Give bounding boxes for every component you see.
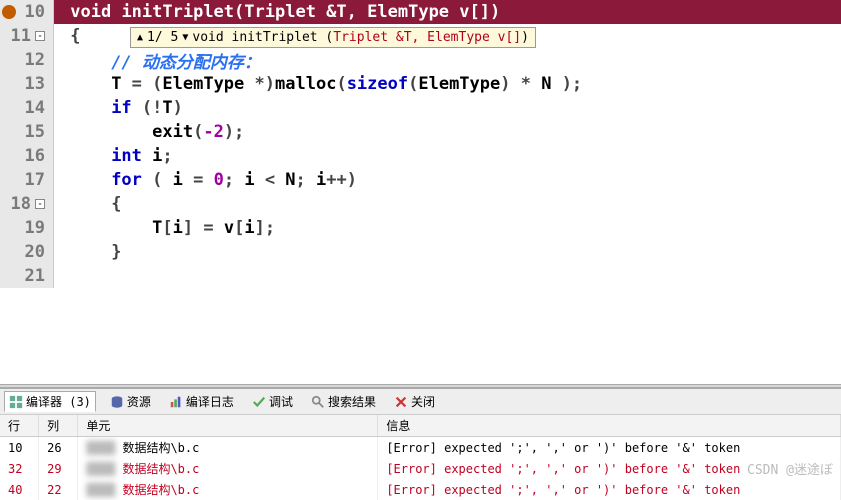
gutter[interactable]: 17 bbox=[0, 168, 54, 192]
code-line[interactable]: 16 int i; bbox=[0, 144, 841, 168]
code-text[interactable]: // 动态分配内存： bbox=[54, 48, 841, 72]
tab-db[interactable]: 资源 bbox=[106, 392, 155, 411]
err-col: 26 bbox=[39, 437, 78, 459]
col-unit[interactable]: 单元 bbox=[78, 415, 378, 437]
code-line[interactable]: 14 if (!T) bbox=[0, 96, 841, 120]
check-icon bbox=[252, 395, 266, 409]
error-table[interactable]: 行 列 单元 信息 1026████ 数据结构\b.c[Error] expec… bbox=[0, 415, 841, 500]
panel-tabs: 编译器 (3) 资源 编译日志 调试 搜索结果 关闭 bbox=[0, 389, 841, 415]
err-line: 10 bbox=[0, 437, 39, 459]
gutter[interactable]: 21 bbox=[0, 264, 54, 288]
error-row[interactable]: 4022████ 数据结构\b.c[Error] expected ';', '… bbox=[0, 479, 841, 500]
code-text[interactable] bbox=[54, 264, 841, 288]
line-number: 11 bbox=[11, 26, 31, 46]
signature-tooltip: ▲ 1/ 5 ▼ void initTriplet (Triplet &T, E… bbox=[130, 27, 536, 48]
line-number: 12 bbox=[25, 50, 45, 70]
code-line[interactable]: 13 T = (ElemType *)malloc(sizeof(ElemTyp… bbox=[0, 72, 841, 96]
tab-close[interactable]: 关闭 bbox=[390, 392, 439, 411]
col-line[interactable]: 行 bbox=[0, 415, 39, 437]
tab-check[interactable]: 调试 bbox=[248, 392, 297, 411]
tooltip-signature: void initTriplet (Triplet &T, ElemType v… bbox=[192, 30, 529, 45]
tab-label: 编译器 (3) bbox=[26, 393, 91, 410]
code-line[interactable]: 19 T[i] = v[i]; bbox=[0, 216, 841, 240]
code-text[interactable]: exit(-2); bbox=[54, 120, 841, 144]
error-row[interactable]: 3229████ 数据结构\b.c[Error] expected ';', '… bbox=[0, 458, 841, 479]
tab-label: 关闭 bbox=[411, 393, 435, 410]
err-line: 32 bbox=[0, 458, 39, 479]
code-text[interactable]: } bbox=[54, 240, 841, 264]
tooltip-up-icon[interactable]: ▲ bbox=[137, 32, 143, 43]
tab-bars[interactable]: 编译日志 bbox=[165, 392, 238, 411]
gutter[interactable]: 10 bbox=[0, 0, 54, 24]
breakpoint-icon[interactable] bbox=[2, 5, 16, 19]
code-line[interactable]: 15 exit(-2); bbox=[0, 120, 841, 144]
err-unit: ████ 数据结构\b.c bbox=[78, 437, 378, 459]
fold-icon[interactable]: - bbox=[35, 199, 45, 209]
line-number: 18 bbox=[11, 194, 31, 214]
line-number: 13 bbox=[25, 74, 45, 94]
err-col: 22 bbox=[39, 479, 78, 500]
grid-icon bbox=[9, 395, 23, 409]
err-info: [Error] expected ';', ',' or ')' before … bbox=[378, 479, 841, 500]
code-text[interactable]: for ( i = 0; i < N; i++) bbox=[54, 168, 841, 192]
code-line[interactable]: 20 } bbox=[0, 240, 841, 264]
tooltip-down-icon[interactable]: ▼ bbox=[182, 32, 188, 43]
error-row[interactable]: 1026████ 数据结构\b.c[Error] expected ';', '… bbox=[0, 437, 841, 459]
err-line: 40 bbox=[0, 479, 39, 500]
code-text[interactable]: int i; bbox=[54, 144, 841, 168]
line-number: 10 bbox=[25, 2, 45, 22]
line-number: 17 bbox=[25, 170, 45, 190]
code-line[interactable]: 10 void initTriplet(Triplet &T, ElemType… bbox=[0, 0, 841, 24]
gutter[interactable]: 18- bbox=[0, 192, 54, 216]
err-unit: ████ 数据结构\b.c bbox=[78, 479, 378, 500]
line-number: 15 bbox=[25, 122, 45, 142]
close-icon bbox=[394, 395, 408, 409]
err-col: 29 bbox=[39, 458, 78, 479]
code-text[interactable]: if (!T) bbox=[54, 96, 841, 120]
tooltip-nav-text: 1/ 5 bbox=[147, 30, 178, 45]
watermark: CSDN @迷途ぼ bbox=[747, 459, 833, 478]
err-info: [Error] expected ';', ',' or ')' before … bbox=[378, 437, 841, 459]
fold-icon[interactable]: - bbox=[35, 31, 45, 41]
err-unit: ████ 数据结构\b.c bbox=[78, 458, 378, 479]
line-number: 19 bbox=[25, 218, 45, 238]
line-number: 21 bbox=[25, 266, 45, 286]
output-panel: 编译器 (3) 资源 编译日志 调试 搜索结果 关闭 行 列 单元 信息 1026████… bbox=[0, 388, 841, 500]
gutter[interactable]: 13 bbox=[0, 72, 54, 96]
code-editor[interactable]: 10 void initTriplet(Triplet &T, ElemType… bbox=[0, 0, 841, 384]
line-number: 14 bbox=[25, 98, 45, 118]
code-line[interactable]: 17 for ( i = 0; i < N; i++) bbox=[0, 168, 841, 192]
tab-label: 调试 bbox=[269, 393, 293, 410]
line-number: 20 bbox=[25, 242, 45, 262]
code-line[interactable]: 18- { bbox=[0, 192, 841, 216]
code-text[interactable]: T[i] = v[i]; bbox=[54, 216, 841, 240]
tab-search[interactable]: 搜索结果 bbox=[307, 392, 380, 411]
gutter[interactable]: 16 bbox=[0, 144, 54, 168]
col-col[interactable]: 列 bbox=[39, 415, 78, 437]
code-line[interactable]: 21 bbox=[0, 264, 841, 288]
tab-grid[interactable]: 编译器 (3) bbox=[4, 391, 96, 412]
tab-label: 资源 bbox=[127, 393, 151, 410]
code-text[interactable]: { bbox=[54, 192, 841, 216]
line-number: 16 bbox=[25, 146, 45, 166]
gutter[interactable]: 14 bbox=[0, 96, 54, 120]
search-icon bbox=[311, 395, 325, 409]
col-info[interactable]: 信息 bbox=[378, 415, 841, 437]
gutter[interactable]: 12 bbox=[0, 48, 54, 72]
gutter[interactable]: 11- bbox=[0, 24, 54, 48]
db-icon bbox=[110, 395, 124, 409]
bars-icon bbox=[169, 395, 183, 409]
tab-label: 编译日志 bbox=[186, 393, 234, 410]
gutter[interactable]: 20 bbox=[0, 240, 54, 264]
gutter[interactable]: 15 bbox=[0, 120, 54, 144]
code-text[interactable]: T = (ElemType *)malloc(sizeof(ElemType) … bbox=[54, 72, 841, 96]
code-line[interactable]: 12 // 动态分配内存： bbox=[0, 48, 841, 72]
tab-label: 搜索结果 bbox=[328, 393, 376, 410]
code-text[interactable]: void initTriplet(Triplet &T, ElemType v[… bbox=[54, 0, 841, 24]
gutter[interactable]: 19 bbox=[0, 216, 54, 240]
